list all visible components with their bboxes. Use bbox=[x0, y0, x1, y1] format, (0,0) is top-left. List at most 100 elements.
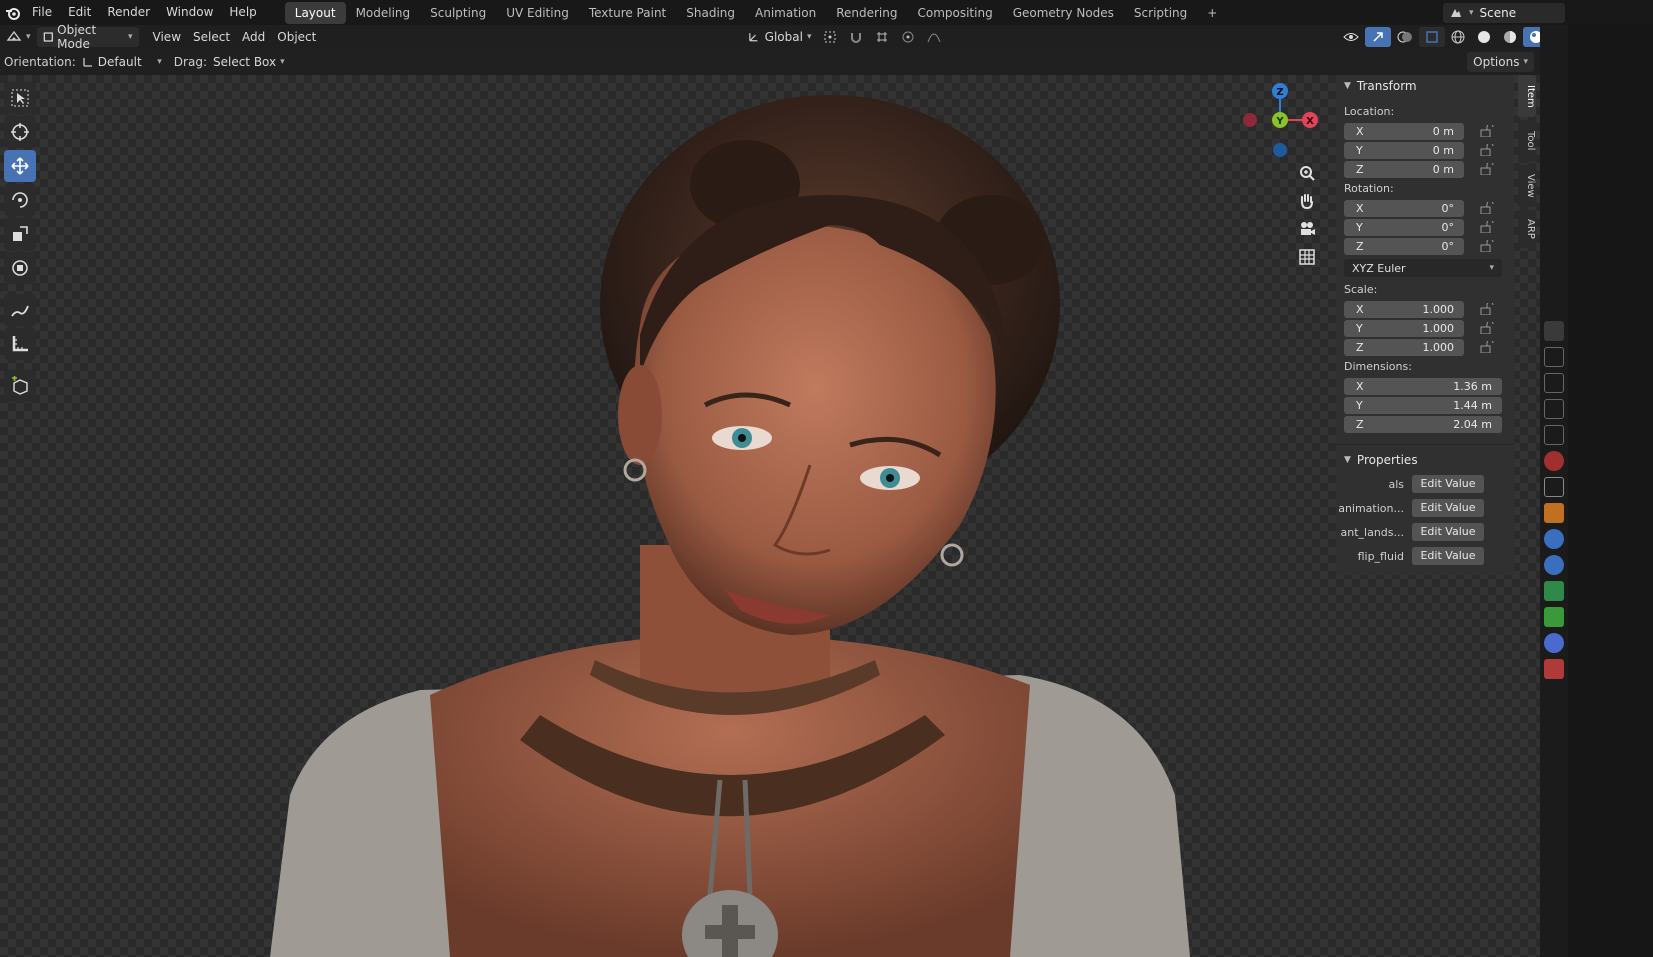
scale-y-field[interactable]: Y 1.000 bbox=[1344, 319, 1464, 337]
tab-modeling[interactable]: Modeling bbox=[346, 2, 421, 24]
scale-tool[interactable] bbox=[4, 218, 36, 250]
rotation-mode-dropdown[interactable]: XYZ Euler ▾ bbox=[1344, 259, 1502, 277]
scale-z-field[interactable]: Z 1.000 bbox=[1344, 338, 1464, 356]
menu-help[interactable]: Help bbox=[221, 0, 264, 25]
object-properties-icon[interactable] bbox=[1544, 503, 1564, 523]
physics-properties-icon[interactable] bbox=[1544, 581, 1564, 601]
render-properties-icon[interactable] bbox=[1544, 347, 1564, 367]
lock-icon[interactable] bbox=[1480, 163, 1494, 175]
camera-view-icon[interactable] bbox=[1296, 215, 1318, 243]
shading-wireframe[interactable] bbox=[1445, 27, 1471, 47]
tab-shading[interactable]: Shading bbox=[676, 2, 745, 24]
lock-icon[interactable] bbox=[1480, 341, 1494, 353]
properties-panel-header[interactable]: ▼ Properties bbox=[1336, 449, 1514, 471]
lock-icon[interactable] bbox=[1480, 322, 1494, 334]
transform-panel-header[interactable]: ▼ Transform bbox=[1336, 75, 1514, 97]
tab-geometry-nodes[interactable]: Geometry Nodes bbox=[1003, 2, 1124, 24]
lock-icon[interactable] bbox=[1480, 144, 1494, 156]
zoom-icon[interactable] bbox=[1296, 159, 1318, 187]
menu-object[interactable]: Object bbox=[271, 27, 322, 47]
annotate-tool[interactable] bbox=[4, 294, 36, 326]
tab-animation[interactable]: Animation bbox=[745, 2, 826, 24]
snap-target-button[interactable] bbox=[869, 27, 895, 47]
sidebar-tab-item[interactable]: Item bbox=[1518, 75, 1536, 117]
world-properties-icon[interactable] bbox=[1544, 451, 1564, 471]
dimension-x-field[interactable]: X 1.36 m bbox=[1344, 377, 1502, 395]
rotate-tool[interactable] bbox=[4, 184, 36, 216]
xray-toggle[interactable] bbox=[1419, 27, 1446, 47]
tab-compositing[interactable]: Compositing bbox=[907, 2, 1002, 24]
dimension-z-field[interactable]: Z 2.04 m bbox=[1344, 415, 1502, 433]
view-layer-properties-icon[interactable] bbox=[1544, 399, 1564, 419]
rotation-z-field[interactable]: Z 0° bbox=[1344, 237, 1464, 255]
drag-dropdown[interactable]: Select Box ▾ bbox=[207, 52, 291, 72]
tab-layout[interactable]: Layout bbox=[284, 2, 346, 24]
grid-perspective-icon[interactable] bbox=[1296, 243, 1318, 271]
constraints-properties-icon[interactable] bbox=[1544, 607, 1564, 627]
location-z-field[interactable]: Z 0 m bbox=[1344, 160, 1464, 178]
blender-logo-icon[interactable] bbox=[2, 5, 24, 21]
shading-solid[interactable] bbox=[1471, 27, 1497, 47]
edit-value-button[interactable]: Edit Value bbox=[1412, 475, 1484, 493]
mode-selector[interactable]: Object Mode ▾ bbox=[36, 23, 139, 51]
tab-texture-paint[interactable]: Texture Paint bbox=[579, 2, 676, 24]
lock-icon[interactable] bbox=[1480, 303, 1494, 315]
rotation-x-field[interactable]: X 0° bbox=[1344, 199, 1464, 217]
proportional-editing-toggle[interactable] bbox=[895, 27, 921, 47]
edit-value-button[interactable]: Edit Value bbox=[1412, 547, 1484, 565]
output-properties-icon[interactable] bbox=[1544, 373, 1564, 393]
lock-icon[interactable] bbox=[1480, 221, 1494, 233]
dimension-y-field[interactable]: Y 1.44 m bbox=[1344, 396, 1502, 414]
tab-uv-editing[interactable]: UV Editing bbox=[496, 2, 579, 24]
menu-file[interactable]: File bbox=[24, 0, 60, 25]
scale-x-field[interactable]: X 1.000 bbox=[1344, 300, 1464, 318]
scene-properties-icon[interactable] bbox=[1544, 425, 1564, 445]
transform-orientation-selector[interactable]: Global ▾ bbox=[741, 27, 817, 47]
modifier-properties-icon[interactable] bbox=[1544, 529, 1564, 549]
material-properties-icon[interactable] bbox=[1544, 659, 1564, 679]
pivot-point-button[interactable] bbox=[817, 27, 843, 47]
location-x-field[interactable]: X 0 m bbox=[1344, 122, 1464, 140]
pan-hand-icon[interactable] bbox=[1296, 187, 1318, 215]
data-properties-icon[interactable] bbox=[1544, 633, 1564, 653]
menu-edit[interactable]: Edit bbox=[60, 0, 99, 25]
menu-window[interactable]: Window bbox=[158, 0, 221, 25]
add-cube-tool[interactable] bbox=[4, 370, 36, 402]
sidebar-tab-tool[interactable]: Tool bbox=[1518, 120, 1536, 162]
measure-tool[interactable] bbox=[4, 328, 36, 360]
lock-icon[interactable] bbox=[1480, 202, 1494, 214]
menu-select[interactable]: Select bbox=[187, 27, 236, 47]
visibility-button[interactable] bbox=[1337, 27, 1365, 47]
move-tool[interactable] bbox=[4, 150, 36, 182]
tab-sculpting[interactable]: Sculpting bbox=[420, 2, 496, 24]
sidebar-tab-view[interactable]: View bbox=[1518, 165, 1536, 207]
particles-properties-icon[interactable] bbox=[1544, 555, 1564, 575]
transform-tool[interactable] bbox=[4, 252, 36, 284]
rotation-y-field[interactable]: Y 0° bbox=[1344, 218, 1464, 236]
tool-properties-icon[interactable] bbox=[1544, 321, 1564, 341]
cursor-tool[interactable] bbox=[4, 116, 36, 148]
lock-icon[interactable] bbox=[1480, 125, 1494, 137]
location-y-field[interactable]: Y 0 m bbox=[1344, 141, 1464, 159]
falloff-button[interactable] bbox=[921, 27, 947, 47]
collection-properties-icon[interactable] bbox=[1544, 477, 1564, 497]
edit-value-button[interactable]: Edit Value bbox=[1412, 499, 1484, 517]
options-dropdown[interactable]: Options ▾ bbox=[1467, 52, 1534, 72]
overlays-toggle[interactable] bbox=[1391, 27, 1419, 47]
menu-add[interactable]: Add bbox=[236, 27, 271, 47]
snap-toggle[interactable] bbox=[843, 27, 869, 47]
edit-value-button[interactable]: Edit Value bbox=[1412, 523, 1484, 541]
sidebar-tab-arp[interactable]: ARP bbox=[1518, 210, 1536, 248]
select-box-tool[interactable] bbox=[4, 82, 36, 114]
menu-view[interactable]: View bbox=[147, 27, 187, 47]
orientation-dropdown[interactable]: Default ▾ bbox=[76, 52, 168, 72]
tab-scripting[interactable]: Scripting bbox=[1124, 2, 1197, 24]
menu-render[interactable]: Render bbox=[99, 0, 158, 25]
tab-rendering[interactable]: Rendering bbox=[826, 2, 907, 24]
add-workspace-button[interactable]: + bbox=[1197, 2, 1227, 24]
lock-icon[interactable] bbox=[1480, 240, 1494, 252]
navigation-gizmo[interactable]: X Y Z bbox=[1240, 83, 1320, 163]
editor-type-button[interactable]: ▾ bbox=[0, 27, 37, 47]
shading-material[interactable] bbox=[1497, 27, 1523, 47]
scene-selector[interactable]: ▾ Scene bbox=[1443, 2, 1565, 23]
